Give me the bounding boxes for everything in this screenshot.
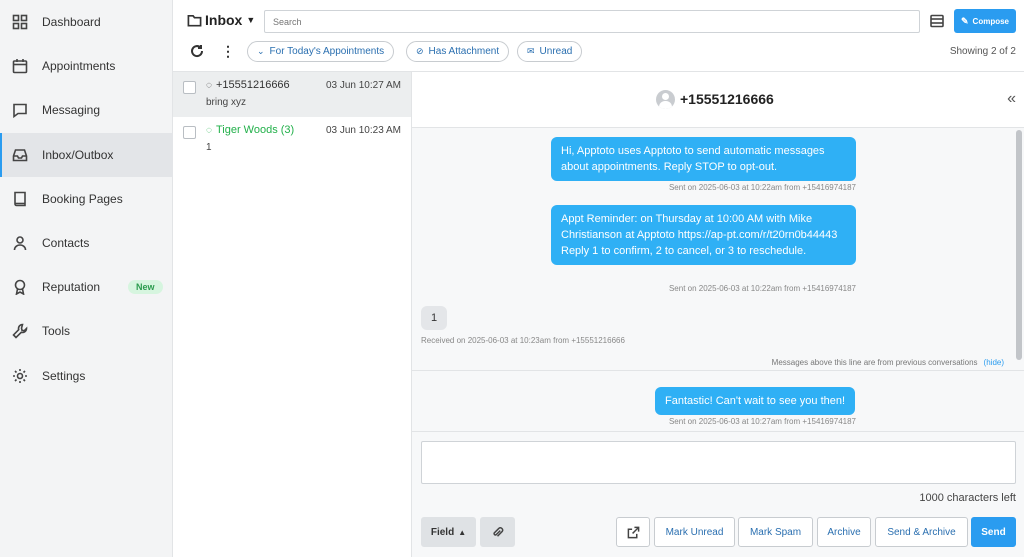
chat-icon: ◌ — [206, 79, 212, 91]
sidebar-item-label: Appointments — [42, 59, 116, 73]
previous-conversations-note: Messages above this line are from previo… — [772, 358, 1004, 367]
conversation-name-text: +15551216666 — [215, 79, 290, 91]
sidebar-item-settings[interactable]: Settings — [0, 354, 173, 398]
folder-selector[interactable]: Inbox ▼ — [187, 12, 255, 28]
new-badge: New — [128, 280, 163, 294]
conversation-item[interactable]: ◌ Tiger Woods (3) 03 Jun 10:23 AM 1 — [173, 117, 411, 162]
select-checkbox[interactable] — [183, 81, 196, 94]
compose-label: Compose — [972, 16, 1009, 26]
avatar — [656, 90, 675, 109]
filter-has-attachment[interactable]: ⊘ Has Attachment — [406, 41, 510, 62]
paperclip-icon: ⊘ — [416, 46, 424, 56]
scrollbar[interactable] — [1016, 130, 1022, 360]
pencil-icon: ✎ — [961, 15, 969, 26]
chevron-up-icon: ▲ — [458, 527, 467, 537]
more-options-icon[interactable]: ⋮ — [221, 44, 235, 58]
hide-link[interactable]: (hide) — [984, 358, 1004, 367]
attach-button[interactable] — [480, 517, 515, 547]
message-meta: Received on 2025-06-03 at 10:23am from +… — [421, 336, 625, 345]
filter-todays-appointments[interactable]: ⌄ For Today's Appointments — [247, 41, 395, 62]
sidebar-item-appointments[interactable]: Appointments — [0, 44, 173, 88]
chat-icon — [12, 102, 28, 118]
conversation-date: 03 Jun 10:27 AM — [325, 80, 401, 91]
result-count: Showing 2 of 2 — [949, 46, 1016, 57]
sidebar-item-dashboard[interactable]: Dashboard — [0, 0, 173, 44]
message-bubble: Fantastic! Can't wait to see you then! — [655, 387, 856, 415]
sidebar: Dashboard Appointments Messaging Inbox/O… — [0, 0, 173, 557]
divider-text: Messages above this line are from previo… — [771, 358, 978, 367]
mark-spam-button[interactable]: Mark Spam — [738, 517, 813, 547]
field-button[interactable]: Field ▲ — [421, 517, 476, 547]
list-view-icon[interactable] — [930, 14, 944, 28]
message-bubble: Appt Reminder: on Thursday at 10:00 AM w… — [551, 205, 856, 265]
thread-header: +15551216666 « — [412, 72, 1024, 128]
sidebar-item-label: Dashboard — [42, 15, 101, 29]
gear-icon — [12, 368, 28, 384]
chevron-down-icon: ▼ — [246, 15, 256, 25]
filter-label: For Today's Appointments — [269, 46, 385, 57]
reply-composer: 1000 characters left Field ▲ Mark Unread … — [412, 431, 1024, 557]
search-input[interactable] — [264, 10, 920, 33]
chevron-down-icon: ⌄ — [257, 46, 265, 56]
refresh-icon[interactable] — [190, 44, 204, 58]
conversation-date: 03 Jun 10:23 AM — [325, 125, 401, 136]
sidebar-item-booking-pages[interactable]: Booking Pages — [0, 177, 173, 221]
sidebar-item-label: Messaging — [42, 103, 101, 117]
calendar-icon — [12, 58, 28, 74]
sidebar-item-reputation[interactable]: Reputation New — [0, 265, 173, 309]
external-link-icon — [627, 526, 639, 538]
conversation-snippet: bring xyz — [206, 97, 247, 108]
filter-label: Unread — [539, 46, 573, 57]
sidebar-item-label: Settings — [42, 369, 86, 383]
thread-title: +15551216666 — [680, 91, 774, 107]
paperclip-icon — [493, 526, 504, 537]
sidebar-item-contacts[interactable]: Contacts — [0, 221, 173, 265]
conversation-snippet: 1 — [206, 142, 212, 153]
sidebar-item-label: Inbox/Outbox — [42, 148, 114, 162]
message-bubble: Hi, Apptoto uses Apptoto to send automat… — [551, 137, 856, 181]
send-archive-button[interactable]: Send & Archive — [875, 517, 968, 547]
chat-icon: ◌ — [206, 124, 212, 136]
characters-left: 1000 characters left — [919, 492, 1016, 504]
conversation-name-text: Tiger Woods (3) — [215, 124, 295, 136]
conversation-name: ◌ +15551216666 — [206, 79, 290, 91]
award-icon — [12, 279, 28, 295]
filter-unread[interactable]: ✉ Unread — [517, 41, 583, 62]
compose-button[interactable]: ✎ Compose — [954, 9, 1016, 33]
grid-icon — [12, 14, 28, 30]
sidebar-item-tools[interactable]: Tools — [0, 309, 173, 353]
sidebar-item-label: Tools — [42, 324, 71, 338]
message-thread: Hi, Apptoto uses Apptoto to send automat… — [412, 128, 1024, 431]
sidebar-item-inbox-outbox[interactable]: Inbox/Outbox — [0, 133, 173, 177]
message-meta: Sent on 2025-06-03 at 10:22am from +1541… — [668, 183, 856, 192]
message-input[interactable] — [421, 441, 1016, 484]
select-checkbox[interactable] — [183, 126, 196, 139]
conversation-name: ◌ Tiger Woods (3) — [206, 124, 294, 136]
mark-unread-button[interactable]: Mark Unread — [654, 517, 735, 547]
archive-button[interactable]: Archive — [817, 517, 871, 547]
message-meta: Sent on 2025-06-03 at 10:27am from +1541… — [668, 417, 856, 426]
filter-label: Has Attachment — [428, 46, 500, 57]
field-label: Field — [430, 526, 455, 538]
open-external-button[interactable] — [616, 517, 650, 547]
inbox-icon — [12, 147, 28, 163]
book-icon — [12, 191, 28, 207]
sidebar-item-label: Booking Pages — [42, 192, 123, 206]
folder-icon — [187, 14, 202, 26]
sidebar-item-label: Contacts — [42, 236, 90, 250]
message-bubble: 1 — [421, 306, 448, 330]
conversation-item[interactable]: ◌ +15551216666 03 Jun 10:27 AM bring xyz — [173, 72, 411, 117]
send-button[interactable]: Send — [971, 517, 1016, 547]
sidebar-item-label: Reputation — [42, 280, 101, 294]
divider — [412, 370, 1024, 371]
inbox-header: Inbox ▼ ✎Compose ⋮ ⌄ For Today's Appointm… — [173, 0, 1024, 72]
wrench-icon — [12, 323, 28, 339]
envelope-icon: ✉ — [527, 46, 535, 56]
folder-label: Inbox — [205, 12, 243, 28]
message-meta: Sent on 2025-06-03 at 10:22am from +1541… — [668, 284, 856, 293]
conversation-list: ◌ +15551216666 03 Jun 10:27 AM bring xyz … — [173, 72, 412, 557]
collapse-icon[interactable]: « — [1007, 90, 1016, 108]
sidebar-item-messaging[interactable]: Messaging — [0, 88, 173, 132]
person-icon — [12, 235, 28, 251]
